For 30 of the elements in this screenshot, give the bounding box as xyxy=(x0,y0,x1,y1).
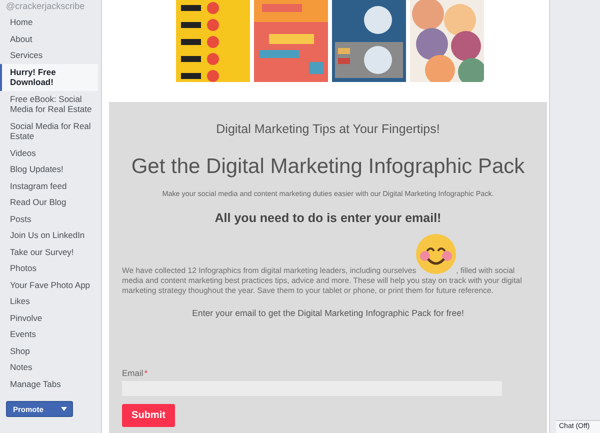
caret-icon xyxy=(61,407,67,411)
tagline: Digital Marketing Tips at Your Fingertips! xyxy=(216,122,440,136)
sidebar-item[interactable]: Hurry! Free Download! xyxy=(0,64,98,90)
sidebar-item[interactable]: Services xyxy=(0,47,98,64)
sidebar-item[interactable]: Read Our Blog xyxy=(0,194,98,210)
sidebar-item[interactable]: Join Us on LinkedIn xyxy=(0,227,98,244)
prompt-text: Enter your email to get the Digital Marketing Infographic Pack for free! xyxy=(192,308,464,318)
callout-text: All you need to do is enter your email! xyxy=(214,211,442,225)
sidebar-item[interactable]: Notes xyxy=(0,359,98,376)
sidebar-item[interactable]: Take our Survey! xyxy=(0,244,98,260)
heading: Get the Digital Marketing Infographic Pack xyxy=(131,155,525,179)
sidebar-item[interactable]: Videos xyxy=(0,144,98,161)
sidebar-item[interactable]: Home xyxy=(0,14,98,30)
sidebar-item[interactable]: Photos xyxy=(0,260,98,276)
sidebar-item[interactable]: Manage Tabs xyxy=(0,376,98,392)
sidebar-item[interactable]: Your Fave Photo App xyxy=(0,276,98,293)
sidebar-item[interactable]: Instagram feed xyxy=(0,178,98,194)
required-mark: * xyxy=(144,368,148,378)
sidebar-item[interactable]: Likes xyxy=(0,293,98,310)
sidebar-item[interactable]: Posts xyxy=(0,210,98,227)
sidebar-item[interactable]: Blog Updates! xyxy=(0,161,98,178)
sidebar-item[interactable]: Social Media for Real Estate xyxy=(0,118,98,144)
smiling-face-icon xyxy=(416,234,456,274)
sidebar-item[interactable]: Shop xyxy=(0,342,98,359)
sidebar-item[interactable]: Pinvolve xyxy=(0,310,98,326)
sidebar-item[interactable]: About xyxy=(0,30,98,47)
field-label: Email xyxy=(122,368,144,378)
sidebar-item[interactable]: Free eBook: Social Media for Real Estate xyxy=(0,90,98,118)
sidebar-item[interactable]: Events xyxy=(0,326,98,342)
submit-button[interactable]: Submit xyxy=(122,404,175,427)
